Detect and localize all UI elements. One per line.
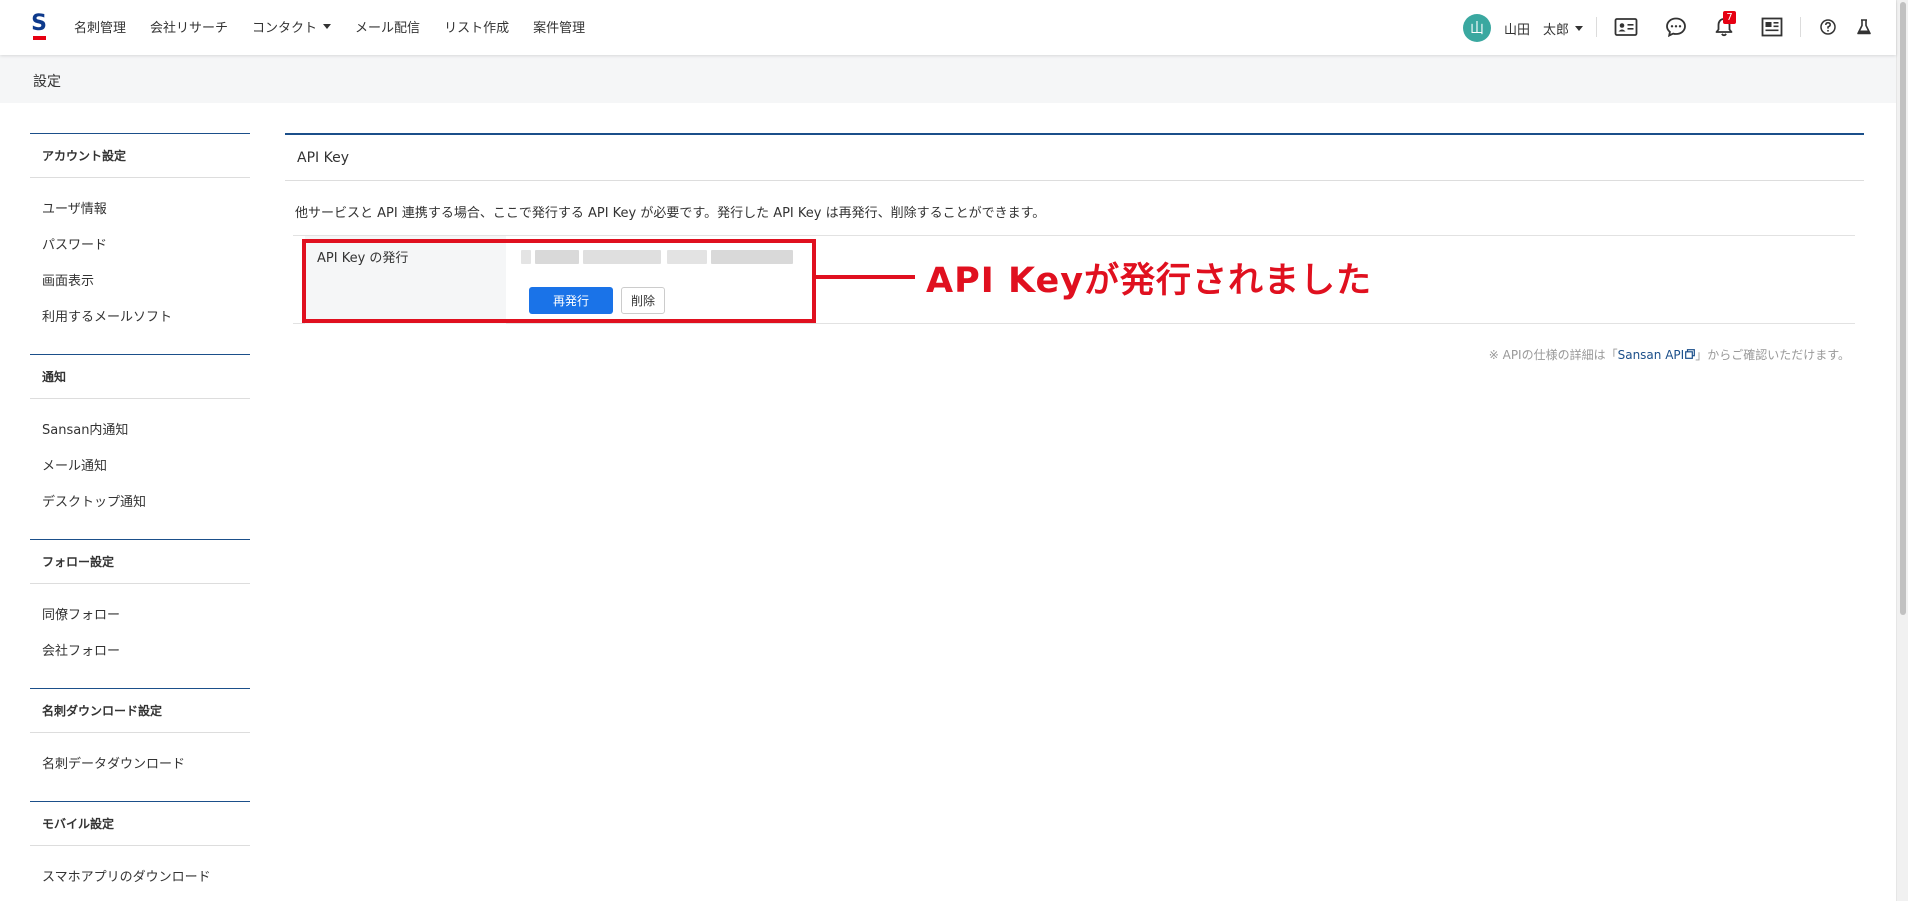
sidebar-item-company-follow[interactable]: 会社フォロー (30, 631, 250, 667)
nav-label: 案件管理 (533, 21, 586, 36)
settings-sidebar: アカウント設定 ユーザ情報 パスワード 画面表示 利用するメールソフト 通知 S… (30, 133, 250, 901)
user-name-label: 山田 太郎 (1504, 22, 1570, 38)
section-title: API Key (285, 133, 1864, 181)
nav-label: リスト作成 (444, 21, 510, 36)
contact-card-icon[interactable] (1613, 14, 1639, 40)
divider (1596, 17, 1597, 37)
nav-deal-management[interactable]: 案件管理 (533, 17, 585, 36)
chat-bubble-icon[interactable] (1663, 14, 1689, 40)
help-icon[interactable] (1815, 14, 1841, 40)
sidebar-item-desktop-notification[interactable]: デスクトップ通知 (30, 482, 250, 518)
sidebar-item-user-info[interactable]: ユーザ情報 (30, 189, 250, 225)
sidebar-section-items: ユーザ情報 パスワード 画面表示 利用するメールソフト (30, 178, 250, 354)
sidebar-item-inapp-notification[interactable]: Sansan内通知 (30, 410, 250, 446)
top-navigation-bar: S 名刺管理 会社リサーチ コンタクト メール配信 リスト作成 案件管理 山 山… (0, 0, 1896, 55)
avatar: 山 (1463, 14, 1491, 42)
notification-count-badge: 7 (1723, 11, 1736, 24)
footnote-prefix: ※ APIの仕様の詳細は「 (1488, 348, 1618, 362)
sidebar-section-mobile: モバイル設定 スマホアプリのダウンロード (30, 801, 250, 901)
sidebar-section-title: フォロー設定 (30, 540, 250, 584)
sidebar-item-password[interactable]: パスワード (30, 225, 250, 261)
sidebar-item-colleague-follow[interactable]: 同僚フォロー (30, 595, 250, 631)
sidebar-section-items: スマホアプリのダウンロード (30, 846, 250, 901)
sidebar-section-title: アカウント設定 (30, 134, 250, 178)
logo-underline (33, 36, 46, 40)
sidebar-section-title: 通知 (30, 355, 250, 399)
sansan-api-link[interactable]: Sansan API (1618, 348, 1696, 362)
sidebar-item-mail-software[interactable]: 利用するメールソフト (30, 297, 250, 333)
main-nav: 名刺管理 会社リサーチ コンタクト メール配信 リスト作成 案件管理 (74, 17, 609, 36)
sidebar-item-app-download[interactable]: スマホアプリのダウンロード (30, 857, 250, 893)
nav-mail-delivery[interactable]: メール配信 (355, 17, 420, 36)
page-title: 設定 (33, 74, 61, 90)
nav-label: 会社リサーチ (150, 21, 229, 36)
chevron-down-icon (1575, 25, 1584, 31)
api-key-panel: API Key 他サービスと API 連携する場合、ここで発行する API Ke… (285, 133, 1864, 362)
divider (1800, 17, 1801, 37)
sidebar-item-display[interactable]: 画面表示 (30, 261, 250, 297)
sansan-logo[interactable]: S (30, 13, 48, 41)
news-icon[interactable] (1759, 14, 1785, 40)
nav-contacts[interactable]: コンタクト (252, 17, 332, 36)
page-scrollbar[interactable] (1896, 0, 1908, 901)
sidebar-section-card-download: 名刺ダウンロード設定 名刺データダウンロード (30, 688, 250, 801)
page-header: 設定 (0, 55, 1896, 103)
footnote-suffix: 」からご確認いただけます。 (1695, 348, 1850, 362)
nav-label: 名刺管理 (74, 21, 127, 36)
sansan-api-link-label: Sansan API (1617, 348, 1685, 362)
nav-label: コンタクト (252, 21, 318, 36)
nav-list-creation[interactable]: リスト作成 (444, 17, 509, 36)
sidebar-section-items: 名刺データダウンロード (30, 733, 250, 801)
external-link-icon (1685, 349, 1696, 359)
sidebar-section-title: 名刺ダウンロード設定 (30, 689, 250, 733)
sidebar-section-items: Sansan内通知 メール通知 デスクトップ通知 (30, 399, 250, 539)
nav-company-research[interactable]: 会社リサーチ (150, 17, 228, 36)
nav-business-cards[interactable]: 名刺管理 (74, 17, 126, 36)
sidebar-item-mail-notification[interactable]: メール通知 (30, 446, 250, 482)
lab-flask-icon[interactable] (1851, 14, 1877, 40)
sidebar-section-notification: 通知 Sansan内通知 メール通知 デスクトップ通知 (30, 354, 250, 539)
annotation-connector-line (813, 275, 915, 279)
nav-label: メール配信 (355, 21, 421, 36)
scrollbar-thumb[interactable] (1900, 2, 1906, 615)
user-name: 山田 太郎 (1504, 19, 1584, 38)
sidebar-section-title: モバイル設定 (30, 802, 250, 846)
annotation-callout-text: API Keyが発行されました (926, 261, 1373, 301)
sidebar-section-account: アカウント設定 ユーザ情報 パスワード 画面表示 利用するメールソフト (30, 133, 250, 354)
annotation-highlight-box (302, 239, 816, 323)
chevron-down-icon (323, 24, 332, 29)
api-spec-footnote: ※ APIの仕様の詳細は「Sansan API 」からご確認いただけます。 (1489, 346, 1850, 363)
sidebar-section-follow: フォロー設定 同僚フォロー 会社フォロー (30, 539, 250, 688)
sidebar-section-items: 同僚フォロー 会社フォロー (30, 584, 250, 688)
user-menu[interactable]: 山 山田 太郎 (1463, 14, 1584, 42)
api-key-description: 他サービスと API 連携する場合、ここで発行する API Key が必要です。… (295, 206, 1046, 221)
sidebar-item-card-data-download[interactable]: 名刺データダウンロード (30, 744, 250, 780)
logo-letter: S (31, 11, 47, 36)
